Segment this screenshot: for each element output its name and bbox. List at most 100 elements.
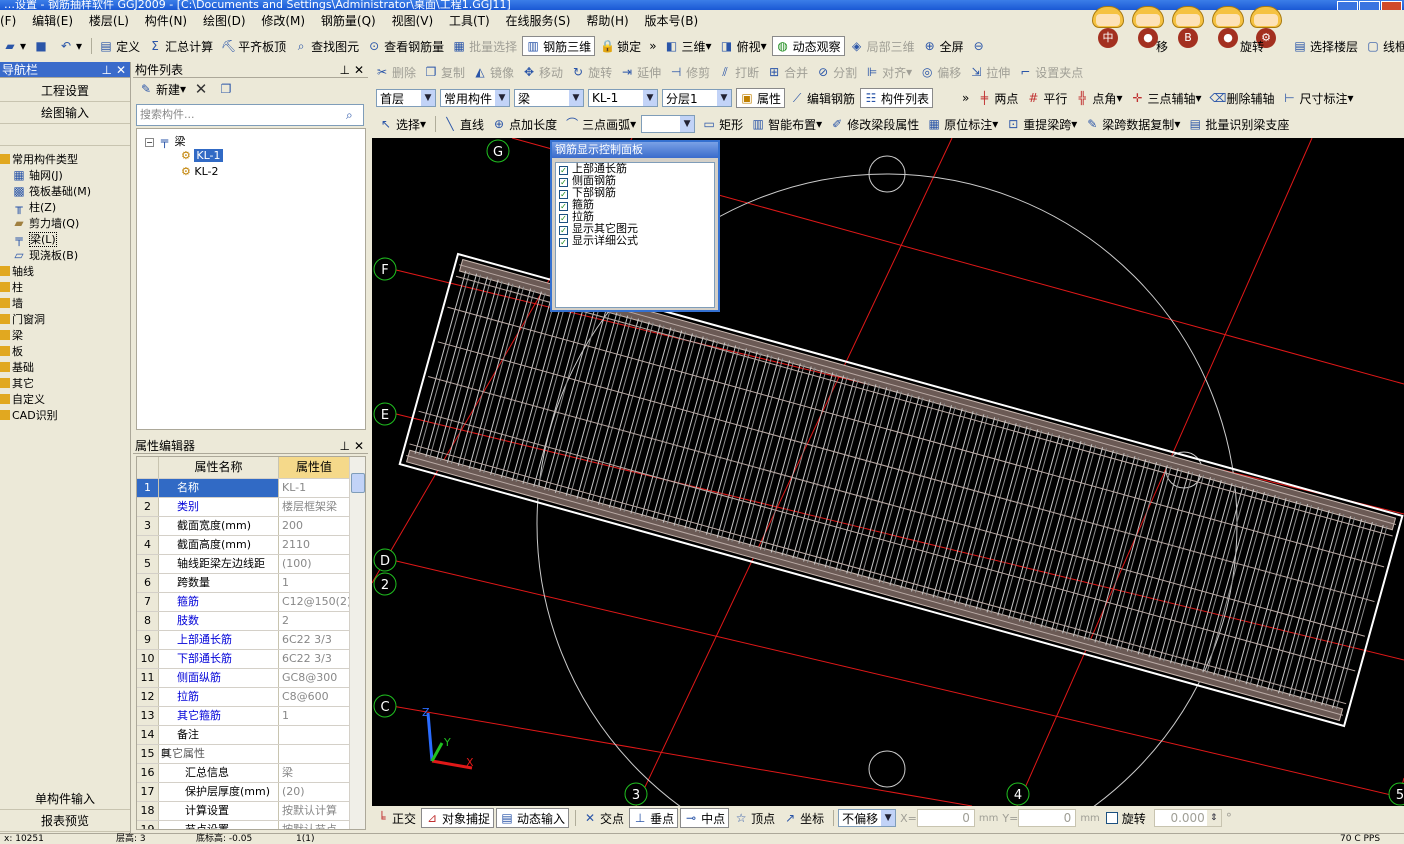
- component-type-select[interactable]: 常用构件 ▼: [440, 89, 510, 107]
- tree-folder[interactable]: CAD识别: [0, 408, 130, 424]
- object-snap-toggle[interactable]: ⊿ 对象捕捉: [421, 808, 495, 828]
- project-settings-button[interactable]: 工程设置: [0, 80, 130, 102]
- rebar-option[interactable]: ✓ 显示详细公式: [556, 235, 714, 247]
- menu-edit[interactable]: 编辑(E): [32, 14, 73, 28]
- property-row[interactable]: 13 其它箍筋 1: [137, 707, 365, 726]
- pin-icon[interactable]: ⊥: [102, 62, 112, 78]
- checkbox-icon[interactable]: ✓: [559, 238, 568, 247]
- property-row[interactable]: 14 备注: [137, 726, 365, 745]
- trim-button[interactable]: ⊣ 修剪: [666, 62, 713, 82]
- tree-folder[interactable]: 其它: [0, 376, 130, 392]
- delete-button[interactable]: ✂ 删除: [372, 62, 419, 82]
- mascot-icon[interactable]: 中: [1090, 0, 1126, 52]
- property-value[interactable]: [279, 745, 349, 763]
- property-value[interactable]: [279, 726, 349, 744]
- ortho-toggle[interactable]: ╘ 正交: [372, 808, 419, 828]
- select-button[interactable]: ↖ 选择 ▾: [376, 114, 429, 134]
- property-row[interactable]: 5 轴线距梁左边线距 (100): [137, 555, 365, 574]
- dynamic-input-toggle[interactable]: ▤ 动态输入: [496, 808, 570, 828]
- property-row[interactable]: 19 节点设置 按默认节点: [137, 821, 365, 829]
- flush-slab-button[interactable]: ⛏ 平齐板顶: [218, 36, 289, 56]
- original-mark-button[interactable]: ▦ 原位标注 ▾: [924, 114, 1001, 134]
- property-value[interactable]: 按默认计算: [279, 802, 349, 820]
- axis-bubble[interactable]: E: [373, 402, 397, 426]
- component-item[interactable]: ⚙ KL-1: [181, 149, 223, 162]
- two-point-axis-button[interactable]: ╪ 两点: [974, 88, 1021, 108]
- tree-raft-foundation[interactable]: ▩ 筏板基础(M): [0, 184, 130, 200]
- vertex-snap[interactable]: ☆ 顶点: [731, 808, 778, 828]
- property-row[interactable]: 6 跨数量 1: [137, 574, 365, 593]
- component-select[interactable]: 梁 ▼: [514, 89, 584, 107]
- checkbox-icon[interactable]: ✓: [559, 226, 568, 235]
- property-value[interactable]: 1: [279, 574, 349, 592]
- property-value[interactable]: 6C22 3/3: [279, 650, 349, 668]
- break-button[interactable]: ⫽ 打断: [715, 62, 762, 82]
- property-value[interactable]: (100): [279, 555, 349, 573]
- menu-online[interactable]: 在线服务(S): [506, 14, 571, 28]
- axis-bubble[interactable]: G: [486, 139, 510, 163]
- copy-component-button[interactable]: ❐: [216, 79, 239, 99]
- offset-select[interactable]: 不偏移 ▼: [838, 809, 897, 827]
- edit-rebar-button[interactable]: ⟋ 编辑钢筋: [787, 88, 858, 108]
- rotate-label[interactable]: 旋转: [1240, 38, 1264, 55]
- checkbox-icon[interactable]: ✓: [559, 178, 568, 187]
- drawing-canvas[interactable]: G F E D C 2 3 4 5 Z Y X: [372, 138, 1404, 806]
- set-grip-button[interactable]: ⌐ 设置夹点: [1015, 62, 1086, 82]
- pin-icon[interactable]: ⊥: [340, 438, 350, 454]
- smart-layout-button[interactable]: ▥ 智能布置 ▾: [748, 114, 825, 134]
- menu-file[interactable]: (F): [0, 14, 16, 28]
- view-rebar-qty-button[interactable]: ⊙ 查看钢筋量: [364, 36, 447, 56]
- intersection-snap[interactable]: ✕ 交点: [580, 808, 627, 828]
- checkbox-icon[interactable]: ✓: [559, 214, 568, 223]
- tree-folder[interactable]: 梁: [0, 328, 130, 344]
- point-angle-axis-button[interactable]: ╬ 点角 ▾: [1072, 88, 1125, 108]
- checkbox-icon[interactable]: ✓: [559, 202, 568, 211]
- pin-icon[interactable]: ⊥: [340, 62, 350, 78]
- overflow-chevron[interactable]: »: [959, 88, 972, 108]
- property-value[interactable]: (20): [279, 783, 349, 801]
- beam-rebar-cage[interactable]: [398, 252, 1404, 728]
- tree-folder[interactable]: 门窗洞: [0, 312, 130, 328]
- menu-version[interactable]: 版本号(B): [645, 14, 699, 28]
- component-item[interactable]: ⚙ KL-2: [181, 165, 219, 178]
- property-row[interactable]: 9 上部通长筋 6C22 3/3: [137, 631, 365, 650]
- close-icon[interactable]: ✕: [354, 62, 364, 78]
- save-button[interactable]: ■: [31, 36, 54, 56]
- rotate-checkbox[interactable]: [1105, 812, 1118, 824]
- property-row[interactable]: 12 拉筋 C8@600: [137, 688, 365, 707]
- close-icon[interactable]: ✕: [116, 62, 126, 78]
- zoom-button[interactable]: ⊖: [969, 36, 992, 56]
- open-button[interactable]: ▰ ▾: [0, 36, 29, 56]
- copy-span-data-button[interactable]: ✎ 梁跨数据复制 ▾: [1082, 114, 1183, 134]
- new-component-button[interactable]: ✎ 新建 ▾: [136, 79, 189, 99]
- batch-select-button[interactable]: ▦ 批量选择: [449, 36, 520, 56]
- tree-axis-grid[interactable]: ▦ 轴网(J): [0, 168, 130, 184]
- rebar-3d-button[interactable]: ▥ 钢筋三维: [522, 36, 596, 56]
- line-button[interactable]: ╲ 直线: [440, 114, 487, 134]
- property-scrollbar[interactable]: [349, 457, 365, 829]
- property-row[interactable]: 8 肢数 2: [137, 612, 365, 631]
- copy-button[interactable]: ❐ 复制: [421, 62, 468, 82]
- property-value[interactable]: 2110: [279, 536, 349, 554]
- three-point-axis-button[interactable]: ✛ 三点辅轴 ▾: [1127, 88, 1204, 108]
- menu-component[interactable]: 构件(N): [145, 14, 187, 28]
- top-view-button[interactable]: ◨ 俯视 ▾: [717, 36, 770, 56]
- checkbox-icon[interactable]: ✓: [559, 190, 568, 199]
- menu-floor[interactable]: 楼层(L): [89, 14, 129, 28]
- tree-common-types[interactable]: 常用构件类型: [0, 152, 130, 168]
- collapse-icon[interactable]: −: [145, 138, 154, 147]
- overflow-chevron[interactable]: »: [646, 36, 659, 56]
- property-value[interactable]: 按默认节点: [279, 821, 349, 829]
- dimension-button[interactable]: ⊢ 尺寸标注 ▾: [1280, 88, 1357, 108]
- fullscreen-button[interactable]: ⊕ 全屏: [920, 36, 967, 56]
- property-value[interactable]: 1: [279, 707, 349, 725]
- axis-bubble[interactable]: D: [373, 548, 397, 572]
- tree-beam-root[interactable]: − ╤ 梁: [145, 133, 186, 149]
- checkbox-icon[interactable]: ✓: [559, 166, 568, 175]
- select-floor-button[interactable]: ▤ 选择楼层: [1290, 36, 1361, 56]
- axis-bubble[interactable]: 3: [624, 782, 648, 806]
- property-row[interactable]: 17 保护层厚度(mm) (20): [137, 783, 365, 802]
- undo-button[interactable]: ↶ ▾: [56, 36, 85, 56]
- report-preview-button[interactable]: 报表预览: [0, 810, 130, 832]
- arc-option-select[interactable]: ▼: [641, 115, 696, 133]
